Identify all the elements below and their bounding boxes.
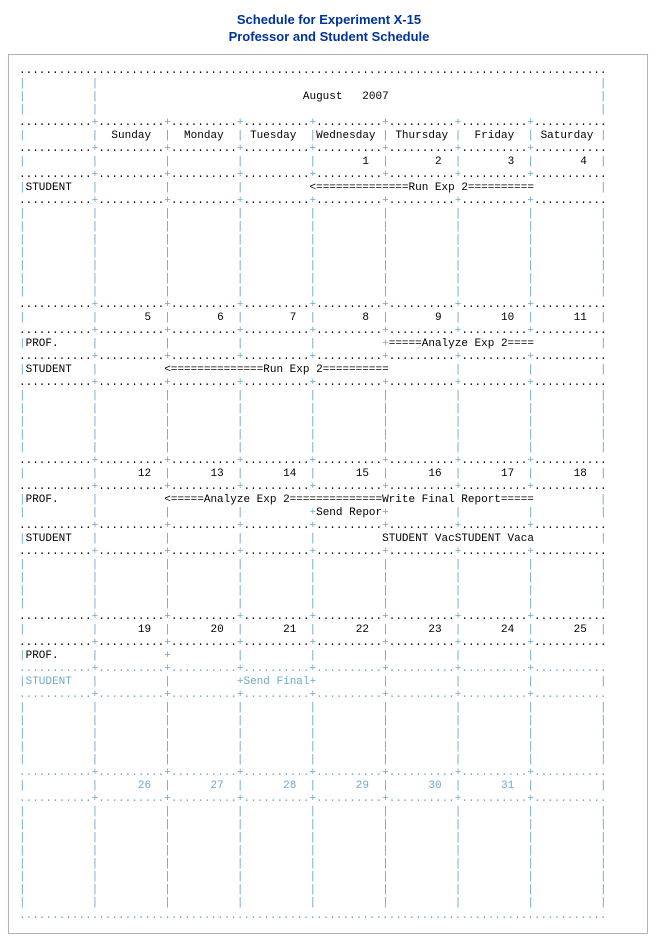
page-title: Schedule for Experiment X-15 [8,12,650,27]
page-subtitle: Professor and Student Schedule [8,29,650,44]
calendar-body: ........................................… [19,65,637,923]
calendar-frame: ........................................… [8,54,648,934]
